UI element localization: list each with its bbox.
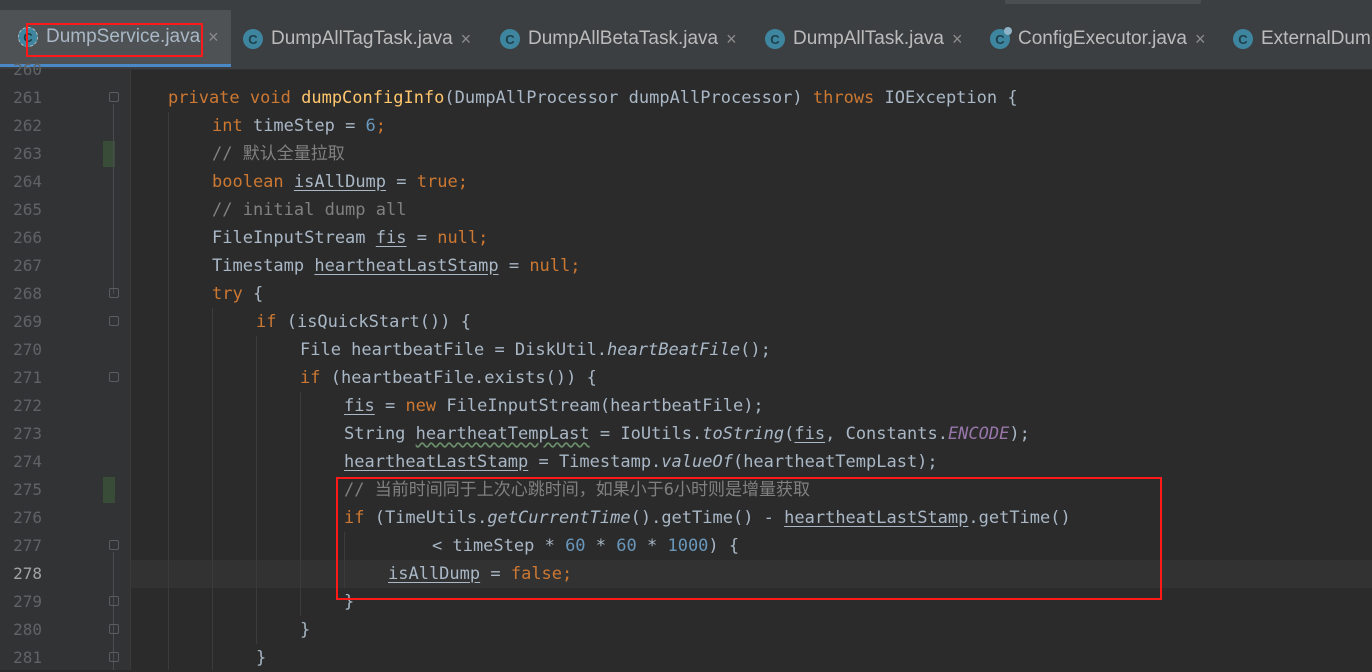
tab-label: DumpAllTask.java: [793, 28, 944, 49]
tab-label: DumpAllBetaTask.java: [528, 28, 719, 49]
code-line[interactable]: 269 if (isQuickStart()) {: [0, 308, 1372, 336]
code-text: private void dumpConfigInfo(DumpAllProce…: [168, 88, 1018, 108]
tab-label: ConfigExecutor.java: [1018, 28, 1187, 49]
code-text: < timeStep * 60 * 60 * 1000) {: [432, 536, 740, 556]
close-tab-icon[interactable]: ×: [461, 29, 472, 50]
code-line[interactable]: 275 // 当前时间同于上次心跳时间，如果小于6小时则是增量获取: [0, 476, 1372, 504]
java-class-icon: C: [1233, 29, 1253, 49]
code-text: int timeStep = 6;: [212, 116, 387, 136]
code-line[interactable]: 265 // initial dump all: [0, 196, 1372, 224]
code-line[interactable]: 273 String heartheatTempLast = IoUtils.t…: [0, 420, 1372, 448]
java-class-icon: C: [243, 29, 263, 49]
code-text: File heartbeatFile = DiskUtil.heartBeatF…: [300, 340, 771, 360]
code-line[interactable]: 279 }: [0, 588, 1372, 616]
code-text: FileInputStream fis = null;: [212, 228, 489, 248]
code-line[interactable]: 270 File heartbeatFile = DiskUtil.heartB…: [0, 336, 1372, 364]
code-line[interactable]: 261 private void dumpConfigInfo(DumpAllP…: [0, 84, 1372, 112]
code-text: Timestamp heartheatLastStamp = null;: [212, 256, 581, 276]
line-number: 261: [13, 88, 42, 107]
line-number: 273: [13, 424, 42, 443]
line-number: 269: [13, 312, 42, 331]
code-line[interactable]: 280 }: [0, 616, 1372, 644]
line-number: 267: [13, 256, 42, 275]
line-number: 266: [13, 228, 42, 247]
line-number: 265: [13, 200, 42, 219]
code-text: if (heartbeatFile.exists()) {: [300, 368, 597, 388]
tab-label: DumpAllTagTask.java: [271, 28, 453, 49]
line-number: 274: [13, 452, 42, 471]
tabbar-scroll-indicator[interactable]: [1005, 0, 1201, 4]
code-text: heartheatLastStamp = Timestamp.valueOf(h…: [344, 452, 938, 472]
close-tab-icon[interactable]: ×: [726, 29, 737, 50]
code-line[interactable]: 272 fis = new FileInputStream(heartbeatF…: [0, 392, 1372, 420]
code-text: boolean isAllDump = true;: [212, 172, 468, 192]
close-tab-icon[interactable]: ×: [1195, 29, 1206, 50]
code-line[interactable]: 263 // 默认全量拉取: [0, 140, 1372, 168]
line-number: 263: [13, 144, 42, 163]
code-text: }: [300, 620, 311, 640]
code-line[interactable]: 274 heartheatLastStamp = Timestamp.value…: [0, 448, 1372, 476]
java-class-icon: C: [500, 29, 520, 49]
code-line[interactable]: 262 int timeStep = 6;: [0, 112, 1372, 140]
code-line[interactable]: 277 < timeStep * 60 * 60 * 1000) {: [0, 532, 1372, 560]
code-line[interactable]: 266 FileInputStream fis = null;: [0, 224, 1372, 252]
code-text: }: [344, 592, 355, 612]
code-line[interactable]: 281 }: [0, 644, 1372, 672]
code-text: try {: [212, 284, 264, 304]
tab-label: ExternalDum: [1261, 28, 1371, 49]
code-text: if (isQuickStart()) {: [256, 312, 471, 332]
code-line: 260: [0, 56, 1372, 84]
code-comment: // 默认全量拉取: [212, 144, 345, 164]
code-line[interactable]: 264 boolean isAllDump = true;: [0, 168, 1372, 196]
line-number: 260: [13, 60, 42, 79]
line-number: 264: [13, 172, 42, 191]
code-text: if (TimeUtils.getCurrentTime().getTime()…: [344, 508, 1071, 528]
code-text: fis = new FileInputStream(heartbeatFile)…: [344, 396, 764, 416]
line-number: 270: [13, 340, 42, 359]
code-comment: // 当前时间同于上次心跳时间，如果小于6小时则是增量获取: [344, 480, 810, 500]
close-tab-icon[interactable]: ×: [208, 27, 219, 48]
line-number: 281: [13, 648, 42, 667]
java-class-icon: C: [18, 27, 38, 47]
code-text: String heartheatTempLast = IoUtils.toStr…: [344, 424, 1030, 444]
code-comment: // initial dump all: [212, 200, 407, 220]
java-class-icon: C: [765, 29, 785, 49]
code-line-current[interactable]: 278 isAllDump = false;: [0, 560, 1372, 588]
line-number: 272: [13, 396, 42, 415]
line-number: 277: [13, 536, 42, 555]
line-number: 275: [13, 480, 42, 499]
line-number: 279: [13, 592, 42, 611]
line-number: 271: [13, 368, 42, 387]
line-number: 262: [13, 116, 42, 135]
code-text: isAllDump = false;: [388, 564, 573, 584]
line-number: 278: [13, 564, 42, 583]
code-line[interactable]: 268 try {: [0, 280, 1372, 308]
code-line[interactable]: 267 Timestamp heartheatLastStamp = null;: [0, 252, 1372, 280]
code-line[interactable]: 276 if (TimeUtils.getCurrentTime().getTi…: [0, 504, 1372, 532]
close-tab-icon[interactable]: ×: [952, 29, 963, 50]
java-class-icon: C: [990, 27, 1012, 49]
line-number: 280: [13, 620, 42, 639]
tab-label: DumpService.java: [46, 26, 201, 47]
line-number: 276: [13, 508, 42, 527]
line-number: 268: [13, 284, 42, 303]
code-line[interactable]: 271 if (heartbeatFile.exists()) {: [0, 364, 1372, 392]
code-text: }: [256, 648, 267, 668]
